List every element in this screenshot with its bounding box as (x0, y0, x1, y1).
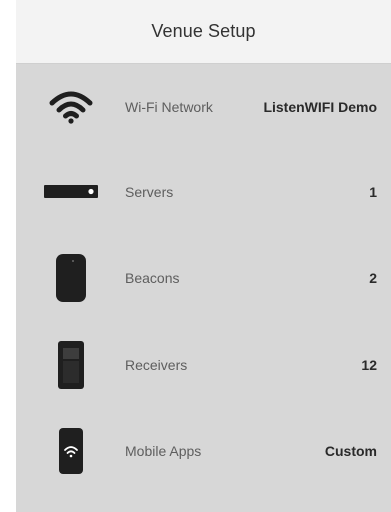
wifi-network-value: ListenWIFI Demo (263, 99, 377, 115)
servers-label: Servers (125, 184, 174, 200)
servers-count: 1 (369, 184, 377, 200)
beacons-count: 2 (369, 270, 377, 286)
receiver-icon (36, 322, 106, 408)
receivers-label: Receivers (125, 357, 188, 373)
list-item-wifi-network[interactable]: Wi-Fi Network ListenWIFI Demo (16, 64, 391, 150)
list-item-beacons[interactable]: Beacons 2 (16, 235, 391, 321)
beacons-label: Beacons (125, 270, 180, 286)
left-edge (0, 0, 16, 512)
mobile-apps-value: Custom (324, 443, 377, 459)
mobile-app-icon (36, 408, 106, 494)
list-item-receivers[interactable]: Receivers 12 (16, 322, 391, 408)
server-icon (36, 149, 106, 235)
wifi-network-label: Wi-Fi Network (125, 99, 213, 115)
receivers-count: 12 (361, 357, 377, 373)
page-title: Venue Setup (151, 21, 256, 41)
wifi-icon (36, 64, 106, 150)
list-item-mobile-apps[interactable]: Mobile Apps Custom (16, 408, 391, 494)
app-header: Venue Setup (16, 0, 391, 64)
mobile-apps-label: Mobile Apps (125, 443, 202, 459)
beacon-icon (36, 235, 106, 321)
list-item-servers[interactable]: Servers 1 (16, 149, 391, 235)
venue-setup-list: Wi-Fi Network ListenWIFI Demo Servers 1 … (16, 64, 391, 512)
